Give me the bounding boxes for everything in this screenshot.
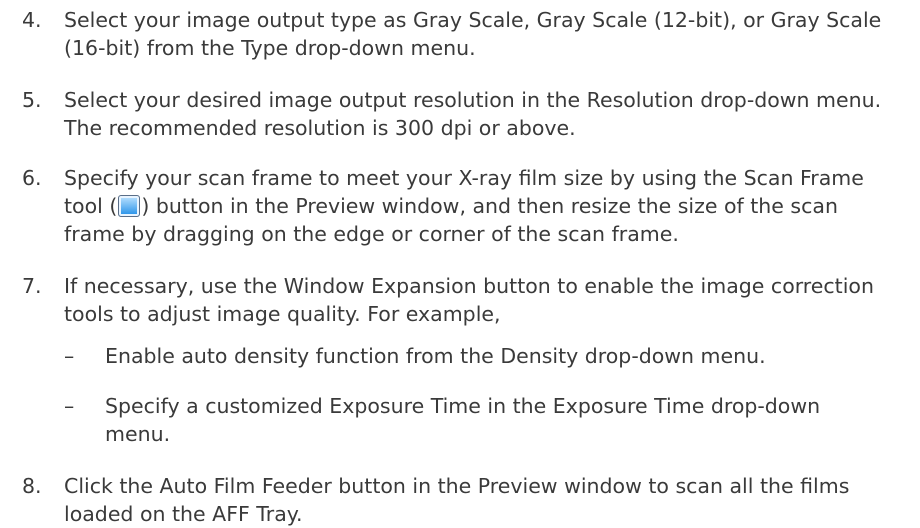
document-page: 4. Select your image output type as Gray… (0, 0, 920, 528)
dash-bullet: – (64, 344, 75, 368)
step-7-subitem-1: – Enable auto density function from the … (64, 342, 864, 370)
step-number: 7. (22, 274, 42, 298)
step-text-after-icon: ) button in the Preview window, and then… (64, 194, 838, 246)
scan-frame-icon (118, 195, 141, 217)
subitem-text: Specify a customized Exposure Time in th… (105, 394, 821, 446)
step-7-subitem-2: – Specify a customized Exposure Time in … (64, 392, 864, 448)
step-7: 7. If necessary, use the Window Expansio… (22, 272, 902, 328)
step-4: 4. Select your image output type as Gray… (22, 6, 902, 62)
step-text: Select your image output type as Gray Sc… (64, 8, 882, 60)
step-text: Specify your scan frame to meet your X-r… (64, 164, 884, 248)
step-number: 5. (22, 88, 42, 112)
step-5: 5. Select your desired image output reso… (22, 86, 902, 142)
dash-bullet: – (64, 394, 75, 418)
subitem-text: Enable auto density function from the De… (105, 344, 766, 368)
step-text: If necessary, use the Window Expansion b… (64, 274, 874, 326)
step-number: 8. (22, 474, 42, 498)
step-8: 8. Click the Auto Film Feeder button in … (22, 472, 902, 528)
step-text: Click the Auto Film Feeder button in the… (64, 474, 850, 526)
step-number: 4. (22, 8, 42, 32)
step-text: Select your desired image output resolut… (64, 88, 882, 140)
step-6: 6. Specify your scan frame to meet your … (22, 164, 902, 248)
step-number: 6. (22, 166, 42, 190)
